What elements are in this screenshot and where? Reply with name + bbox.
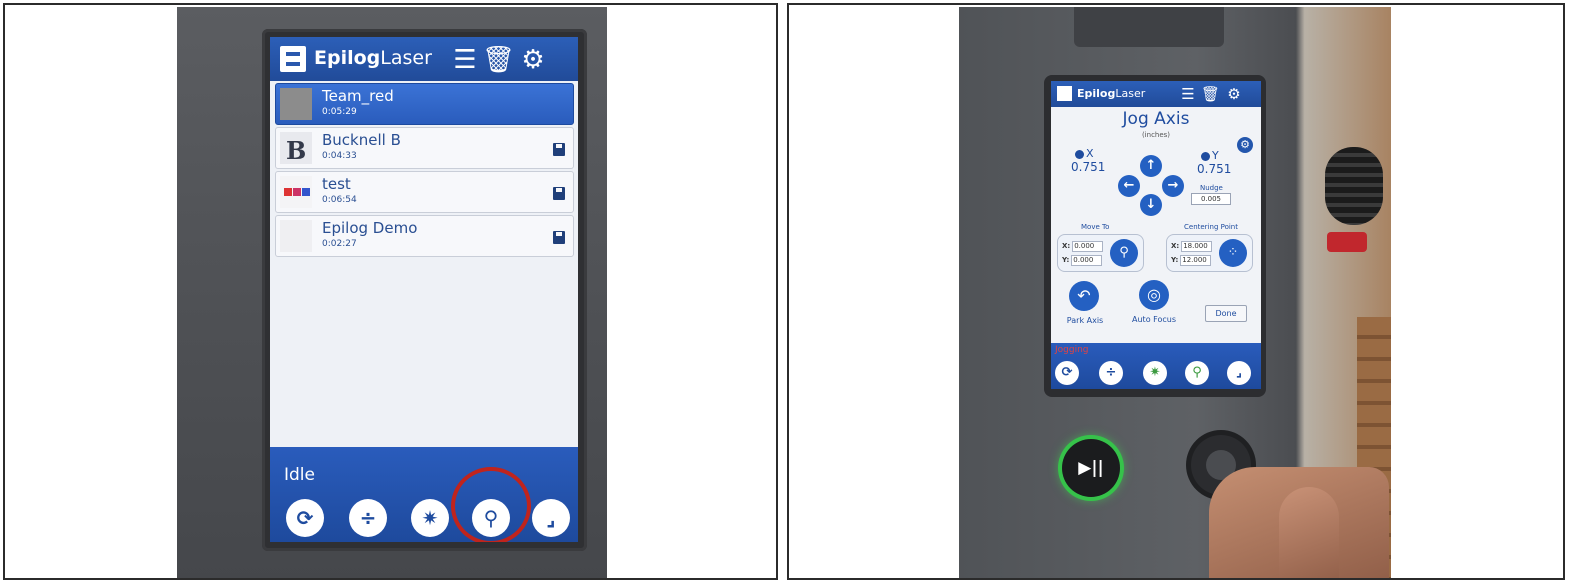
y-axis-label: Y (1201, 149, 1219, 162)
lock-icon[interactable] (1075, 149, 1084, 159)
touchscreen: EpilogLaser ☰ 🗑 ⚙ Jog Axis (inches) ⚙ X … (1051, 81, 1261, 389)
job-item-team-red[interactable]: Team_red 0:05:29 (275, 83, 574, 125)
gear-icon[interactable]: ⚙ (518, 45, 548, 75)
finger (1279, 487, 1339, 578)
refresh-icon[interactable]: ⟳ (286, 499, 324, 537)
job-thumbnail (280, 88, 312, 120)
auto-focus-label: Auto Focus (1132, 315, 1176, 324)
lock-icon[interactable] (1201, 151, 1210, 161)
app-header: EpilogLaser ☰ 🗑 ⚙ (270, 37, 578, 81)
job-time: 0:02:27 (322, 239, 357, 249)
usb-cable (1327, 232, 1367, 252)
job-item-test[interactable]: test 0:06:54 (275, 171, 574, 213)
job-time: 0:04:33 (322, 151, 357, 161)
laser-pointer-icon[interactable]: ✷ (411, 499, 449, 537)
epilog-logo-icon (1057, 86, 1072, 101)
gear-icon[interactable]: ⚙ (1225, 84, 1243, 104)
jog-left-arrow-icon[interactable]: ← (1118, 175, 1140, 197)
page-title: Jog Axis (1122, 109, 1190, 129)
centering-point-button[interactable]: ⁘ (1219, 239, 1247, 267)
park-axis-button[interactable]: ↶ (1069, 281, 1099, 311)
machine-status: Idle (284, 465, 315, 485)
move-to-x-input[interactable]: 0.000 (1072, 241, 1104, 252)
machine-status: Jogging (1055, 345, 1089, 355)
done-button[interactable]: Done (1205, 305, 1247, 322)
nudge-label: Nudge (1200, 184, 1223, 192)
move-to-x: X: 0.000 (1062, 241, 1104, 252)
y-axis-value: 0.751 (1197, 162, 1232, 176)
nudge-input[interactable]: 0.005 (1191, 193, 1231, 205)
exhaust-hose (1325, 147, 1383, 225)
job-thumbnail: B (280, 132, 312, 165)
move-to-group: X: 0.000 Y: 0.000 ⚲ (1057, 234, 1144, 272)
save-icon[interactable] (553, 231, 565, 244)
auto-focus-button[interactable]: ◎ (1139, 280, 1169, 310)
centering-x: X: 18.000 (1171, 241, 1213, 252)
machine-lid (1074, 7, 1224, 47)
move-to-y: Y: 0.000 (1062, 255, 1103, 266)
job-thumbnail (280, 220, 312, 252)
logo-text: EpilogLaser (1077, 87, 1146, 100)
app-header: EpilogLaser ☰ 🗑 ⚙ (1051, 81, 1261, 107)
park-axis-label: Park Axis (1066, 316, 1104, 325)
refresh-icon[interactable]: ⟳ (1055, 361, 1079, 385)
save-icon[interactable] (553, 187, 565, 200)
focus-icon[interactable]: ÷ (1099, 361, 1123, 385)
touchscreen: EpilogLaser ☰ 🗑 ⚙ Team_red 0:05:29 B Buc… (270, 37, 578, 542)
focus-icon[interactable]: ÷ (349, 499, 387, 537)
highlight-circle (451, 467, 531, 542)
list-icon[interactable]: ☰ (1179, 84, 1197, 104)
settings-gear-icon[interactable]: ⚙ (1237, 137, 1253, 153)
laser-control-panel-photo: EpilogLaser ☰ 🗑 ⚙ Team_red 0:05:29 B Buc… (177, 7, 607, 578)
centering-point-label: Centering Point (1184, 223, 1238, 231)
laser-machine-photo: EpilogLaser ☰ 🗑 ⚙ Jog Axis (inches) ⚙ X … (959, 7, 1391, 578)
job-origin-icon[interactable]: ⌟ (1227, 361, 1251, 385)
job-name: Epilog Demo (322, 219, 418, 237)
jog-right-arrow-icon[interactable]: → (1162, 175, 1184, 197)
left-photo-panel: EpilogLaser ☰ 🗑 ⚙ Team_red 0:05:29 B Buc… (3, 3, 778, 580)
job-time: 0:05:29 (322, 107, 357, 117)
move-to-button[interactable]: ⚲ (1110, 239, 1138, 267)
list-icon[interactable]: ☰ (450, 45, 480, 75)
epilog-logo-icon (280, 46, 306, 72)
app-footer: Idle ⟳ ÷ ✷ ⚲ ⌟ (270, 447, 578, 542)
job-item-bucknell-b[interactable]: B Bucknell B 0:04:33 (275, 127, 574, 169)
job-name: test (322, 175, 351, 193)
x-axis-label: X (1075, 147, 1094, 160)
app-footer: Jogging ⟳ ÷ ✷ ⚲ ⌟ (1051, 343, 1261, 389)
right-photo-panel: EpilogLaser ☰ 🗑 ⚙ Jog Axis (inches) ⚙ X … (787, 3, 1565, 580)
job-time: 0:06:54 (322, 195, 357, 205)
move-to-y-input[interactable]: 0.000 (1071, 255, 1103, 266)
job-name: Bucknell B (322, 131, 401, 149)
logo-text: EpilogLaser (314, 47, 432, 69)
job-item-epilog-demo[interactable]: Epilog Demo 0:02:27 (275, 215, 574, 257)
centering-point-group: X: 18.000 Y: 12.000 ⁘ (1166, 234, 1253, 272)
jog-down-arrow-icon[interactable]: ↓ (1140, 194, 1162, 216)
move-to-label: Move To (1081, 223, 1110, 231)
jog-icon[interactable]: ⚲ (1185, 361, 1209, 385)
laser-pointer-icon[interactable]: ✷ (1143, 361, 1167, 385)
units-label: (inches) (1141, 131, 1171, 139)
centering-x-input[interactable]: 18.000 (1181, 241, 1213, 252)
centering-y: Y: 12.000 (1171, 255, 1212, 266)
job-origin-icon[interactable]: ⌟ (532, 499, 570, 537)
x-axis-value: 0.751 (1071, 160, 1106, 174)
start-stop-button[interactable]: ▶|| (1062, 439, 1120, 497)
trash-icon[interactable]: 🗑 (1201, 84, 1220, 104)
trash-icon[interactable]: 🗑 (482, 45, 515, 75)
save-icon[interactable] (553, 143, 565, 156)
job-name: Team_red (322, 87, 394, 105)
job-thumbnail (280, 176, 312, 208)
jog-up-arrow-icon[interactable]: ↑ (1140, 155, 1162, 177)
centering-y-input[interactable]: 12.000 (1180, 255, 1212, 266)
